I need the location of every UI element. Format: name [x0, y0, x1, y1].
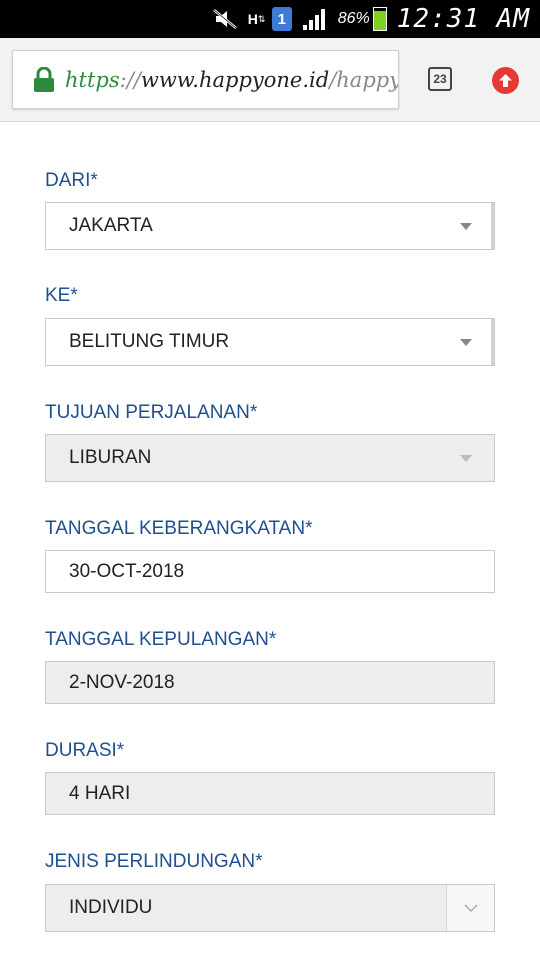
coverage-type-value: INDIVIDU [69, 897, 153, 918]
notification-count: 1 [277, 10, 286, 28]
tab-switcher-button[interactable]: 23 [428, 67, 452, 91]
origin-select[interactable]: JAKARTA [45, 202, 495, 250]
return-date-label: TANGGAL KEPULANGAN* [45, 629, 277, 650]
return-date-input[interactable]: 2-NOV-2018 [45, 661, 495, 704]
duration-label: DURASI* [45, 740, 125, 761]
network-h-icon: H ⇅ [247, 10, 266, 27]
url-separator: :// [119, 67, 141, 92]
notification-icon: 1 [271, 7, 292, 31]
status-bar: H ⇅ 1 86% 12:31 AM [0, 0, 540, 38]
lock-icon [34, 66, 54, 92]
battery-fill [373, 11, 386, 30]
departure-date-value: 30-OCT-2018 [69, 560, 185, 582]
url-text: https://www.happyone.id/happy [65, 67, 399, 92]
return-date-value: 2-NOV-2018 [69, 671, 175, 693]
destination-value: BELITUNG TIMUR [69, 331, 230, 352]
clock: 12:31 AM [396, 4, 530, 34]
departure-date-input[interactable]: 30-OCT-2018 [45, 550, 495, 593]
select-edge [491, 203, 494, 249]
dropdown-caret-icon [460, 455, 472, 462]
url-scheme: https [65, 67, 120, 92]
tab-count: 23 [433, 72, 447, 86]
dropdown-caret-icon [460, 223, 472, 230]
url-bar[interactable]: https://www.happyone.id/happy [12, 50, 399, 109]
upload-icon[interactable] [492, 67, 519, 94]
battery-icon [372, 7, 387, 31]
chevron-down-icon[interactable] [446, 885, 494, 931]
select-edge [491, 319, 494, 365]
battery-percent: 86% [337, 10, 370, 27]
dropdown-caret-icon [460, 339, 472, 346]
trip-purpose-label: TUJUAN PERJALANAN* [45, 402, 258, 423]
departure-date-label: TANGGAL KEBERANGKATAN* [45, 518, 313, 539]
destination-select[interactable]: BELITUNG TIMUR [45, 318, 495, 366]
url-path: /happy [329, 67, 399, 92]
duration-input[interactable]: 4 HARI [45, 772, 495, 815]
browser-toolbar: https://www.happyone.id/happy 23 [0, 38, 540, 122]
coverage-type-select[interactable]: INDIVIDU [45, 884, 495, 932]
trip-purpose-value: LIBURAN [69, 447, 152, 468]
origin-label: DARI* [45, 170, 98, 191]
url-host: www.happyone.id [140, 67, 330, 92]
destination-label: KE* [45, 285, 78, 306]
trip-purpose-select[interactable]: LIBURAN [45, 434, 495, 482]
coverage-type-label: JENIS PERLINDUNGAN* [45, 851, 263, 872]
origin-value: JAKARTA [69, 215, 153, 236]
duration-value: 4 HARI [69, 782, 131, 804]
mute-icon [212, 8, 238, 30]
signal-icon [302, 7, 328, 31]
